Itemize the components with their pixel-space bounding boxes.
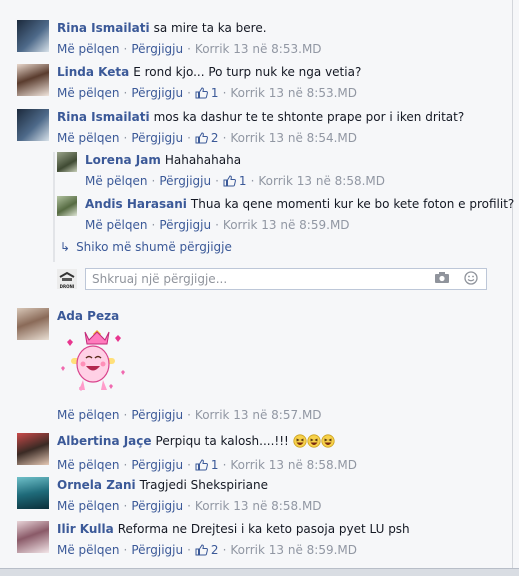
comment-timestamp[interactable]: Korrik 13 në 8:53.MD [195,42,322,56]
comment-author[interactable]: Lorena Jam [85,153,161,167]
smiley-icon[interactable] [464,271,478,285]
avatar: DRONI [57,269,77,289]
comment: Ada Peza Më pëlqen · Përgjigju · Korrik 13 n… [17,308,322,423]
comment-timestamp[interactable]: Korrik 13 në 8:59.MD [223,218,350,232]
reply-link[interactable]: Përgjigju [131,458,183,472]
like-link[interactable]: Më pëlqen [57,458,120,472]
comment-text: mos ka dashur te te shtonte prape por i … [153,110,465,124]
avatar[interactable] [17,308,49,340]
like-link[interactable]: Më pëlqen [57,131,120,145]
comment-author[interactable]: Albertina Jaçe [57,434,152,448]
comment-text: Hahahahaha [164,153,242,167]
like-link[interactable]: Më pëlqen [57,543,120,557]
like-count[interactable]: 1 [223,174,247,188]
thumbs-up-icon [195,132,208,144]
reply-input[interactable]: Shkruaj një përgjigje... [85,268,487,290]
comment-timestamp[interactable]: Korrik 13 në 8:57.MD [195,408,322,422]
reply-link[interactable]: Përgjigju [159,218,211,232]
reply: Lorena Jam Hahahahaha Më pëlqen · Përgjigju… [57,152,385,189]
more-replies-link[interactable]: ↳ Shiko më shumë përgjigje [60,239,232,255]
avatar[interactable] [57,152,77,172]
avatar-label: DRONI [59,284,75,289]
comment-timestamp[interactable]: Korrik 13 në 8:53.MD [230,86,357,100]
laughing-emoji [307,434,321,448]
comment: Rina Ismailati mos ka dashur te te shtont… [17,109,464,146]
comment-text: E rond kjo... Po turp nuk ke nga vetia? [133,65,362,79]
comment-timestamp[interactable]: Korrik 13 në 8:58.MD [195,499,322,513]
avatar[interactable] [57,196,77,216]
comment: Linda Keta E rond kjo... Po turp nuk ke n… [17,64,361,101]
comment-text: Thua ka qene momenti kur ke bo kete foto… [190,197,515,211]
laughing-emoji [321,434,335,448]
reply-arrow-icon: ↳ [60,240,71,254]
comment-author[interactable]: Rina Ismailati [57,110,150,124]
comment: Ornela Zani Tragjedi Shekspiriane Më pëlq… [17,477,322,514]
avatar[interactable] [17,20,49,52]
comment-text: Reforma ne Drejtesi i ka keto pasoja pye… [117,522,410,536]
thumbs-up-icon [223,175,236,187]
comment-text: Tragjedi Shekspiriane [139,478,268,492]
reply-link[interactable]: Përgjigju [131,42,183,56]
reply-composer: DRONI Shkruaj një përgjigje... [57,268,487,290]
comment-author[interactable]: Andis Harasani [85,197,187,211]
comment-author[interactable]: Ada Peza [57,309,119,323]
like-count[interactable]: 1 [195,86,219,100]
comment-timestamp[interactable]: Korrik 13 në 8:59.MD [230,543,357,557]
reply-link[interactable]: Përgjigju [131,408,183,422]
like-link[interactable]: Më pëlqen [57,499,120,513]
like-link[interactable]: Më pëlqen [57,408,120,422]
avatar[interactable] [17,433,49,465]
avatar[interactable] [17,477,49,509]
like-count[interactable]: 2 [195,543,219,557]
comment-author[interactable]: Ornela Zani [57,478,136,492]
comment-text: Perpiqu ta kalosh....!!! [155,434,289,448]
comment-author[interactable]: Linda Keta [57,65,129,79]
like-link[interactable]: Më pëlqen [85,218,148,232]
like-link[interactable]: Më pëlqen [85,174,148,188]
reply-link[interactable]: Përgjigju [159,174,211,188]
comment-timestamp[interactable]: Korrik 13 në 8:58.MD [230,458,357,472]
comment: Rina Ismailati sa mire ta ka bere. Më pël… [17,20,322,57]
comment-timestamp[interactable]: Korrik 13 në 8:58.MD [258,174,385,188]
taskbar-edge [0,568,519,576]
laughing-emoji-group [293,434,335,452]
comment: Albertina Jaçe Perpiqu ta kalosh....!!! M… [17,433,357,473]
thumbs-up-icon [195,544,208,556]
reply: Andis Harasani Thua ka qene momenti kur k… [57,196,514,233]
candy-sticker-image [61,330,125,391]
like-link[interactable]: Më pëlqen [57,42,120,56]
comment-author[interactable]: Ilir Kulla [57,522,114,536]
comment-timestamp[interactable]: Korrik 13 në 8:54.MD [230,131,357,145]
comment: Ilir Kulla Reforma ne Drejtesi i ka keto … [17,521,410,558]
avatar[interactable] [17,521,49,553]
reply-thread-line [53,152,55,262]
like-link[interactable]: Më pëlqen [57,86,120,100]
comment-author[interactable]: Rina Ismailati [57,21,150,35]
comment-text: sa mire ta ka bere. [153,21,267,35]
reply-link[interactable]: Përgjigju [131,543,183,557]
avatar[interactable] [17,109,49,141]
like-count[interactable]: 2 [195,131,219,145]
reply-link[interactable]: Përgjigju [131,131,183,145]
laughing-emoji [293,434,307,448]
reply-link[interactable]: Përgjigju [131,499,183,513]
thumbs-up-icon [195,87,208,99]
camera-icon[interactable] [434,271,450,284]
avatar[interactable] [17,64,49,96]
reply-link[interactable]: Përgjigju [131,86,183,100]
like-count[interactable]: 1 [195,458,219,472]
thumbs-up-icon [195,459,208,471]
